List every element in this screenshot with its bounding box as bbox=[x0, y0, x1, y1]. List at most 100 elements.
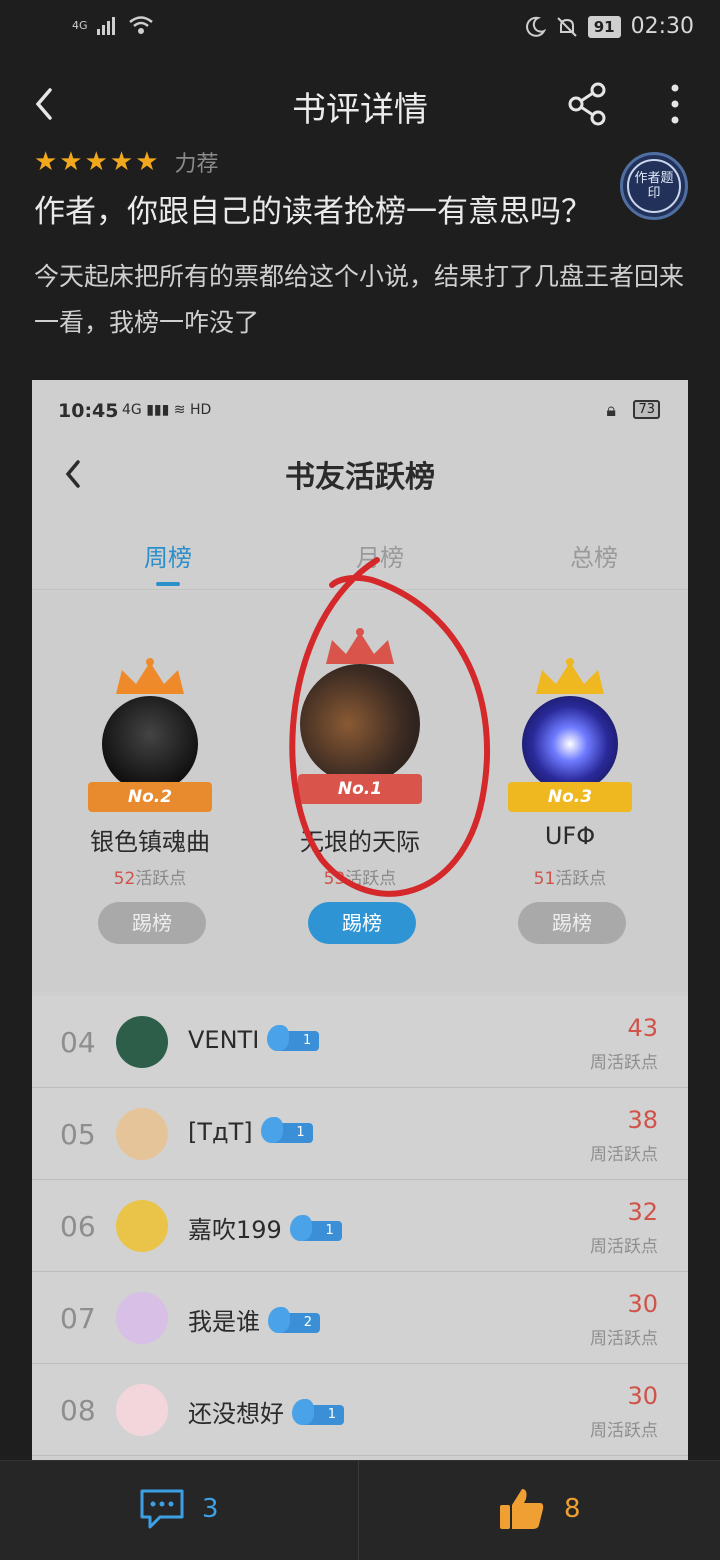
crown-icon bbox=[536, 658, 604, 694]
list-item: 06 嘉吹199 1 32 周活跃点 bbox=[32, 1180, 688, 1272]
list-score-label: 周活跃点 bbox=[590, 1421, 658, 1441]
tab-total: 总榜 bbox=[570, 544, 618, 572]
level-badge: 2 bbox=[268, 1307, 320, 1333]
podium-name-first: 无垠的天际 bbox=[300, 828, 420, 856]
avatar-second bbox=[102, 696, 198, 792]
avatar bbox=[116, 1200, 168, 1252]
list-item: 08 还没想好 1 30 周活跃点 bbox=[32, 1364, 688, 1456]
shot-signal-icons: 4G ▮▮▮ ≋ HD bbox=[122, 402, 212, 418]
review-body: 今天起床把所有的票都给这个小说，结果打了几盘王者回来一看，我榜一咋没了 bbox=[34, 262, 685, 337]
list-rank: 06 bbox=[60, 1210, 96, 1243]
podium-score-second: 52活跃点 bbox=[113, 869, 187, 889]
shot-tabs: 周榜 月榜 总榜 bbox=[32, 520, 688, 590]
list-score-label: 周活跃点 bbox=[590, 1237, 658, 1257]
crown-icon bbox=[116, 658, 184, 694]
podium-name-second: 银色镇魂曲 bbox=[90, 828, 210, 856]
list-score-label: 周活跃点 bbox=[590, 1053, 658, 1073]
list-rank: 08 bbox=[60, 1394, 96, 1427]
thumbs-up-icon bbox=[500, 1489, 544, 1529]
list-username: 还没想好 1 bbox=[188, 1394, 344, 1429]
podium-first: No.1 无垠的天际 53活跃点 踢榜 bbox=[260, 592, 460, 992]
podium-third: No.3 UFΦ 51活跃点 踢榜 bbox=[470, 592, 670, 992]
star-rating: ★★★★★ bbox=[34, 147, 161, 177]
list-rank: 05 bbox=[60, 1118, 96, 1151]
list-rank: 07 bbox=[60, 1302, 96, 1335]
ranking-list: 04 VENTI 1 43 周活跃点 05 [TдT] 1 38 周活跃点 06 嘉… bbox=[32, 996, 688, 1456]
more-options-icon[interactable] bbox=[660, 80, 690, 128]
list-username: [TдT] 1 bbox=[188, 1117, 313, 1146]
list-rank: 04 bbox=[60, 1026, 96, 1059]
list-score: 32 bbox=[627, 1198, 658, 1226]
level-badge: 1 bbox=[292, 1399, 344, 1425]
shot-lock-icon: 🔒︎ bbox=[606, 400, 616, 421]
page-title: 书评详情 bbox=[292, 90, 428, 130]
list-score: 30 bbox=[627, 1290, 658, 1318]
level-badge: 1 bbox=[267, 1025, 320, 1051]
list-username: 我是谁 2 bbox=[188, 1302, 320, 1337]
avatar-first bbox=[300, 664, 420, 784]
avatar-third bbox=[522, 696, 618, 792]
podium: No.2 银色镇魂曲 52活跃点 踢榜 No.1 无垠的天际 53活跃点 踢榜 … bbox=[32, 592, 688, 992]
comment-icon bbox=[140, 1489, 184, 1529]
rank-ribbon-third: No.3 bbox=[508, 782, 632, 812]
like-button[interactable]: 8 bbox=[498, 1485, 581, 1533]
crown-icon bbox=[326, 628, 394, 664]
signal-icon bbox=[96, 17, 115, 35]
status-right: 91 02:30 bbox=[524, 14, 694, 39]
rating-label: 力荐 bbox=[174, 152, 219, 177]
list-score: 30 bbox=[627, 1382, 658, 1410]
level-badge: 1 bbox=[289, 1215, 342, 1241]
podium-score-third: 51活跃点 bbox=[533, 869, 607, 889]
bottom-action-bar: 3 8 bbox=[0, 1460, 720, 1560]
podium-score-first: 53活跃点 bbox=[323, 869, 397, 889]
list-item: 05 [TдT] 1 38 周活跃点 bbox=[32, 1088, 688, 1180]
shot-battery: 73 bbox=[633, 400, 660, 419]
tab-weekly: 周榜 bbox=[144, 544, 192, 572]
status-bar: 4G 91 02:30 bbox=[0, 0, 720, 56]
rating-row: ★★★★★ 力荐 bbox=[34, 146, 219, 178]
share-icon[interactable] bbox=[566, 82, 610, 126]
shot-nav-bar: 书友活跃榜 bbox=[32, 442, 688, 504]
list-score: 43 bbox=[627, 1014, 658, 1042]
list-username: VENTI 1 bbox=[188, 1025, 320, 1054]
podium-name-third: UFΦ bbox=[544, 822, 596, 850]
status-left: 4G bbox=[72, 14, 154, 36]
comment-button[interactable]: 3 bbox=[138, 1487, 219, 1531]
battery-level: 91 bbox=[587, 15, 621, 38]
rank-ribbon-second: No.2 bbox=[88, 782, 212, 812]
like-count: 8 bbox=[564, 1494, 581, 1524]
podium-second: No.2 银色镇魂曲 52活跃点 踢榜 bbox=[50, 592, 250, 992]
list-score-label: 周活跃点 bbox=[590, 1329, 658, 1349]
network-label: 4G bbox=[72, 18, 88, 32]
list-username: 嘉吹199 1 bbox=[188, 1210, 342, 1245]
embedded-screenshot[interactable]: 10:45 4G ▮▮▮ ≋ HD 🔒︎ 73 书友活跃榜 周榜 月榜 总榜 N… bbox=[32, 380, 688, 1460]
review-title: 作者，你跟自己的读者抢榜一有意思吗？ bbox=[34, 194, 592, 230]
list-item: 07 我是谁 2 30 周活跃点 bbox=[32, 1272, 688, 1364]
avatar bbox=[116, 1292, 168, 1344]
author-stamp-badge: 作者题印 bbox=[620, 152, 688, 220]
comment-count: 3 bbox=[202, 1494, 219, 1524]
tab-underline bbox=[156, 582, 180, 586]
avatar bbox=[116, 1384, 168, 1436]
stamp-text: 作者题印 bbox=[627, 159, 681, 213]
kick-button-second: 踢榜 bbox=[98, 902, 206, 944]
avatar bbox=[116, 1108, 168, 1160]
kick-button-third: 踢榜 bbox=[518, 902, 626, 944]
shot-title: 书友活跃榜 bbox=[285, 460, 435, 495]
moon-icon bbox=[525, 16, 546, 37]
level-badge: 1 bbox=[260, 1117, 313, 1143]
divider bbox=[358, 1461, 359, 1560]
list-score: 38 bbox=[627, 1106, 658, 1134]
shot-clock: 10:45 bbox=[58, 400, 119, 422]
shot-status-bar: 10:45 4G ▮▮▮ ≋ HD 🔒︎ 73 bbox=[32, 380, 688, 442]
list-score-label: 周活跃点 bbox=[590, 1145, 658, 1165]
kick-button-first: 踢榜 bbox=[308, 902, 416, 944]
wifi-icon bbox=[128, 16, 153, 34]
rank-ribbon-first: No.1 bbox=[298, 774, 422, 804]
app-bar: 书评详情 bbox=[0, 68, 720, 140]
mute-bell-icon bbox=[557, 16, 577, 37]
clock: 02:30 bbox=[630, 14, 694, 39]
list-item: 04 VENTI 1 43 周活跃点 bbox=[32, 996, 688, 1088]
tab-monthly: 月榜 bbox=[356, 544, 404, 572]
avatar bbox=[116, 1016, 168, 1068]
